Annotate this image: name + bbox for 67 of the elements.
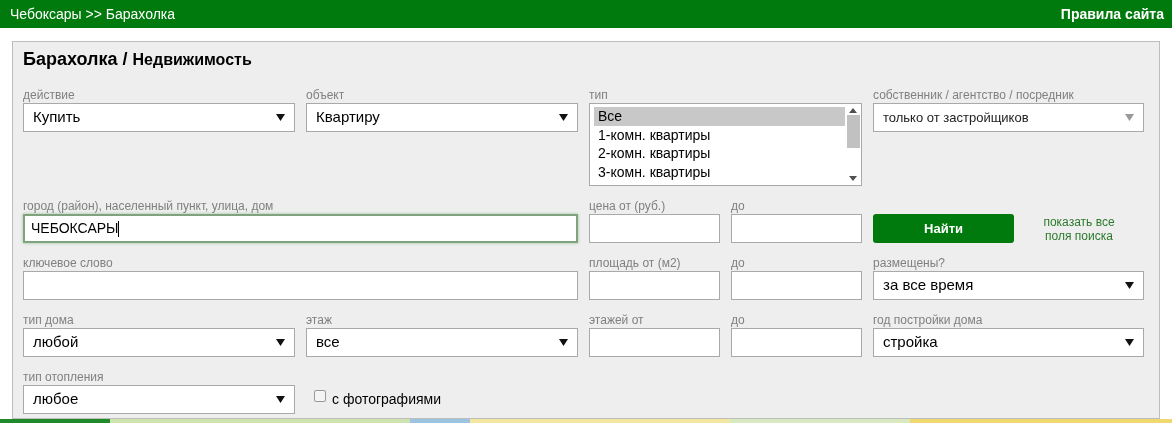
panel-subtitle: Недвижимость	[132, 50, 252, 70]
select-field[interactable]: любой	[23, 328, 295, 357]
select-value: любой	[33, 332, 79, 353]
field-label: до	[731, 199, 746, 213]
listbox-option[interactable]: 3-комн. квартиры	[594, 162, 845, 181]
listbox-option[interactable]: 1-комн. квартиры	[594, 125, 845, 144]
panel-title: Барахолка /	[23, 48, 128, 71]
text-field[interactable]	[731, 214, 862, 243]
text-field[interactable]	[731, 271, 862, 300]
listbox-option[interactable]: Все	[594, 107, 845, 126]
select-field[interactable]: только от застройщиков	[873, 103, 1144, 132]
select-value: Квартиру	[316, 107, 380, 128]
select-value: любое	[33, 389, 79, 410]
text-field[interactable]	[589, 328, 720, 357]
caret-icon	[276, 339, 285, 346]
select-field[interactable]: все	[306, 328, 578, 357]
select-value: за все время	[883, 275, 974, 296]
text-field[interactable]	[23, 271, 578, 300]
field-label: до	[731, 256, 746, 270]
field-label: ключевое слово	[23, 256, 114, 270]
select-field[interactable]: стройка	[873, 328, 1144, 357]
select-field[interactable]: любое	[23, 385, 295, 414]
text-field[interactable]	[589, 214, 720, 243]
caret-icon	[276, 396, 285, 403]
checkbox[interactable]	[314, 390, 326, 402]
caret-icon	[276, 114, 285, 121]
text-field[interactable]	[731, 328, 862, 357]
field-label: тип дома	[23, 313, 75, 327]
select-value: только от застройщиков	[883, 108, 1029, 127]
field-label: действие	[23, 88, 76, 102]
breadcrumb[interactable]: Чебоксары >> Барахолка	[10, 3, 176, 25]
field-label: собственник / агентство / посредник	[873, 88, 1075, 102]
scroll-down-icon[interactable]	[849, 176, 857, 181]
field-label: до	[731, 313, 746, 327]
field-label: этаж	[306, 313, 333, 327]
field-value: ЧЕБОКСАРЫ	[31, 219, 119, 238]
select-field[interactable]: за все время	[873, 271, 1144, 300]
caret-icon	[1125, 339, 1134, 346]
checkbox-label: с фотографиями	[332, 390, 441, 409]
select-value: стройка	[883, 332, 938, 353]
listbox-option[interactable]: 2-комн. квартиры	[594, 144, 845, 163]
field-label: площадь от (м2)	[589, 256, 682, 270]
scroll-up-icon[interactable]	[849, 108, 857, 113]
field-label: тип	[589, 88, 609, 102]
caret-icon	[1125, 114, 1134, 121]
select-value: все	[316, 332, 340, 353]
select-field[interactable]: Квартиру	[306, 103, 578, 132]
caret-icon	[559, 339, 568, 346]
show-all-fields-link[interactable]: показать все поля поиска	[1014, 214, 1144, 243]
field-label: год постройки дома	[873, 313, 984, 327]
site-rules-link[interactable]: Правила сайта	[1060, 3, 1164, 25]
select-value: Купить	[33, 107, 81, 128]
field-label: город (район), населенный пункт, улица, дом	[23, 199, 275, 213]
caret-icon	[559, 114, 568, 121]
text-field[interactable]	[589, 271, 720, 300]
type-listbox[interactable]: Все 1-комн. квартиры 2-комн. квартиры 3-комн. квартиры	[589, 103, 862, 186]
text-field[interactable]: ЧЕБОКСАРЫ	[23, 214, 578, 243]
field-label: размещены?	[873, 256, 946, 270]
field-label: объект	[306, 88, 346, 102]
field-label: тип отопления	[23, 370, 105, 384]
caret-icon	[1125, 282, 1134, 289]
text-cursor	[118, 220, 120, 237]
scrollbar-thumb[interactable]	[846, 115, 860, 148]
search-button[interactable]: Найти	[873, 214, 1014, 243]
field-label: цена от (руб.)	[589, 199, 667, 213]
select-field[interactable]: Купить	[23, 103, 295, 132]
field-label: этажей от	[589, 313, 645, 327]
